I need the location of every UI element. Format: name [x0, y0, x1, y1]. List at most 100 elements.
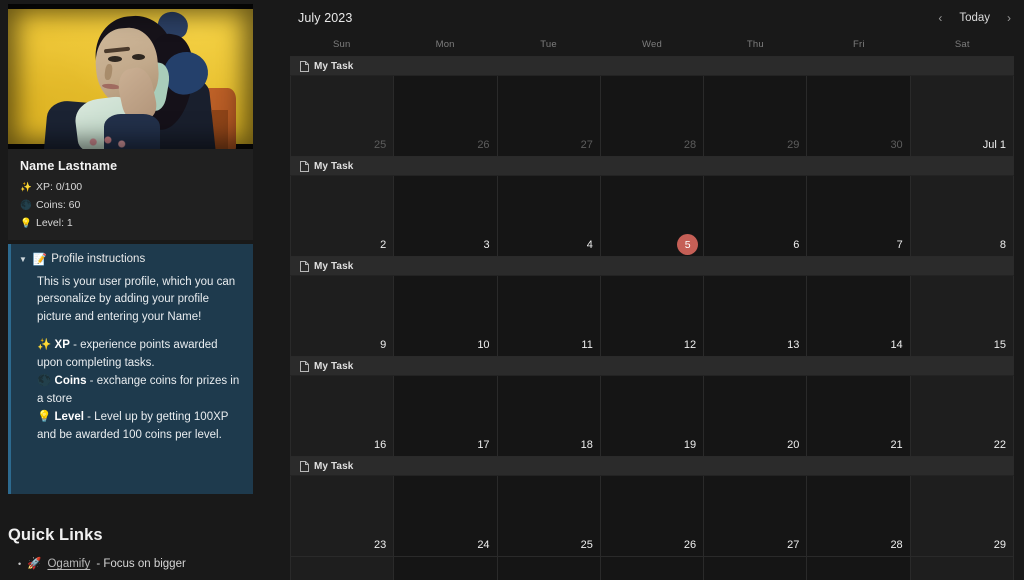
- weekday-wed: Wed: [641, 39, 662, 50]
- chevron-right-icon[interactable]: ›: [1004, 12, 1014, 24]
- day-number: 9: [380, 339, 387, 351]
- weekday-mon: Mon: [435, 39, 455, 50]
- chevron-left-icon[interactable]: ‹: [935, 12, 945, 24]
- callout-title: Profile instructions: [51, 253, 146, 265]
- calendar-weeks: 25 26 27 28 29 30 Jul 1 My Task 2 3 4 5 6 7 8 My Task 9 1…: [290, 56, 1014, 580]
- calendar-day-cell[interactable]: 4: [807, 557, 911, 580]
- document-icon: [300, 60, 309, 72]
- stat-coins-value: Coins: 60: [36, 199, 81, 212]
- day-number: 12: [683, 339, 697, 351]
- calendar-day-cell[interactable]: 30: [290, 557, 395, 580]
- coin-icon: 🌑: [20, 199, 32, 211]
- calendar-day-cell[interactable]: 31: [394, 557, 498, 580]
- day-number: 27: [787, 539, 800, 551]
- calendar-panel: July 2023 ‹ Today › Sun Mon Tue Wed Thu Fri Sa…: [290, 0, 1024, 580]
- quick-link-description: - Focus on bigger: [96, 558, 186, 570]
- bullet-icon: •: [18, 559, 22, 569]
- weekday-tue: Tue: [540, 39, 557, 50]
- callout-term-xp: XP: [54, 339, 70, 352]
- quick-link-item: • 🚀 Ogamify - Focus on bigger: [8, 556, 278, 570]
- calendar-task-bar[interactable]: My Task: [290, 157, 1014, 176]
- calendar-month-title: July 2023: [298, 11, 353, 25]
- profile-picture[interactable]: [8, 4, 253, 149]
- document-icon: [300, 160, 309, 172]
- calendar-week-row: 25 26 27 28 29 30 Jul 1 My Task: [290, 57, 1014, 157]
- calendar-week-row: 9 10 11 12 13 14 15 My Task: [290, 257, 1014, 357]
- profile-instructions-callout: ▼ 📝 Profile instructions This is your us…: [8, 244, 253, 494]
- callout-item-level: 💡 Level - Level up by getting 100XP and …: [37, 409, 243, 444]
- weekday-thu: Thu: [746, 39, 764, 50]
- quick-links-section: Quick Links • 🚀 Ogamify - Focus on bigge…: [8, 526, 278, 570]
- day-number: 18: [580, 439, 593, 451]
- callout-paragraph: This is your user profile, which you can…: [37, 276, 236, 323]
- quick-link-ogamify[interactable]: Ogamify: [47, 558, 90, 570]
- calendar-task-bar[interactable]: My Task: [290, 257, 1014, 276]
- stat-level-value: Level: 1: [36, 217, 73, 230]
- coin-icon: 🌑: [37, 375, 52, 388]
- calendar-day-cell[interactable]: 5: [910, 557, 1014, 580]
- callout-definition-list: ✨ XP - experience points awarded upon co…: [19, 337, 243, 444]
- day-number: 13: [787, 339, 800, 351]
- day-number: 11: [581, 339, 593, 351]
- day-number: 8: [999, 239, 1006, 251]
- day-number: 14: [890, 339, 903, 351]
- bulb-icon: 💡: [37, 411, 52, 424]
- app-root: Name Lastname ✨ XP: 0/100 🌑 Coins: 60 💡 …: [0, 0, 1024, 580]
- calendar-day-cell[interactable]: 3: [704, 557, 808, 580]
- calendar-week-row: 3031Aug 12345: [290, 557, 1014, 580]
- calendar-day-cell[interactable]: Aug 1: [497, 557, 601, 580]
- day-number: 17: [477, 439, 490, 451]
- calendar-week-row: 23 24 25 26 27 28 29 My Task: [290, 457, 1014, 557]
- calendar-week-row: 2 3 4 5 6 7 8 My Task: [290, 157, 1014, 257]
- day-number: 26: [477, 139, 490, 151]
- calendar-navigation: ‹ Today ›: [935, 12, 1014, 24]
- day-number: 28: [683, 139, 697, 151]
- sparkles-icon: ✨: [20, 181, 32, 193]
- day-number: 30: [890, 139, 903, 151]
- day-number: 26: [683, 539, 697, 551]
- calendar-header: July 2023 ‹ Today ›: [290, 0, 1024, 36]
- rocket-icon: 🚀: [27, 558, 42, 570]
- callout-item-xp: ✨ XP - experience points awarded upon co…: [37, 337, 243, 372]
- weekday-header-row: Sun Mon Tue Wed Thu Fri Sat: [290, 36, 1014, 56]
- day-number: 22: [993, 439, 1006, 451]
- weekday-fri: Fri: [852, 39, 865, 50]
- calendar-task-bar[interactable]: My Task: [290, 457, 1014, 476]
- day-number: 7: [896, 239, 903, 251]
- calendar-task-bar[interactable]: My Task: [290, 357, 1014, 376]
- callout-term-coins: Coins: [54, 375, 87, 388]
- task-label: My Task: [314, 260, 354, 272]
- day-number: 4: [586, 239, 593, 251]
- calendar-task-bar[interactable]: My Task: [290, 57, 1014, 76]
- day-number: 6: [793, 239, 800, 251]
- day-number: 23: [374, 539, 387, 551]
- painting-artwork: [8, 4, 253, 149]
- today-date-badge: 5: [677, 234, 699, 255]
- day-number: 16: [374, 439, 387, 451]
- document-icon: [300, 260, 309, 272]
- calendar-day-cell[interactable]: 2: [600, 557, 705, 580]
- callout-header[interactable]: ▼ 📝 Profile instructions: [19, 252, 243, 266]
- task-label: My Task: [314, 460, 354, 472]
- day-number: 24: [477, 539, 490, 551]
- day-number: 27: [580, 139, 593, 151]
- triangle-down-icon[interactable]: ▼: [19, 255, 27, 264]
- day-number: 20: [787, 439, 800, 451]
- day-number: 19: [683, 439, 697, 451]
- callout-term-level: Level: [54, 411, 84, 424]
- profile-info-card: Name Lastname ✨ XP: 0/100 🌑 Coins: 60 💡 …: [8, 149, 253, 240]
- stat-xp-value: XP: 0/100: [36, 181, 83, 193]
- today-button[interactable]: Today: [959, 12, 990, 24]
- day-number: 15: [993, 339, 1006, 351]
- weekday-sun: Sun: [332, 39, 351, 50]
- task-label: My Task: [314, 360, 354, 372]
- day-number: 21: [890, 439, 903, 451]
- calendar-grid: Sun Mon Tue Wed Thu Fri Sat 25 26 27 28 29 30 Jul 1M…: [290, 36, 1014, 580]
- profile-name: Name Lastname: [20, 159, 118, 173]
- day-number: 25: [374, 139, 387, 151]
- stat-coins: 🌑 Coins: 60: [20, 199, 241, 212]
- day-number: Jul 1: [982, 139, 1006, 151]
- day-number: 2: [380, 239, 387, 251]
- task-label: My Task: [314, 160, 354, 172]
- bulb-icon: 💡: [20, 217, 32, 229]
